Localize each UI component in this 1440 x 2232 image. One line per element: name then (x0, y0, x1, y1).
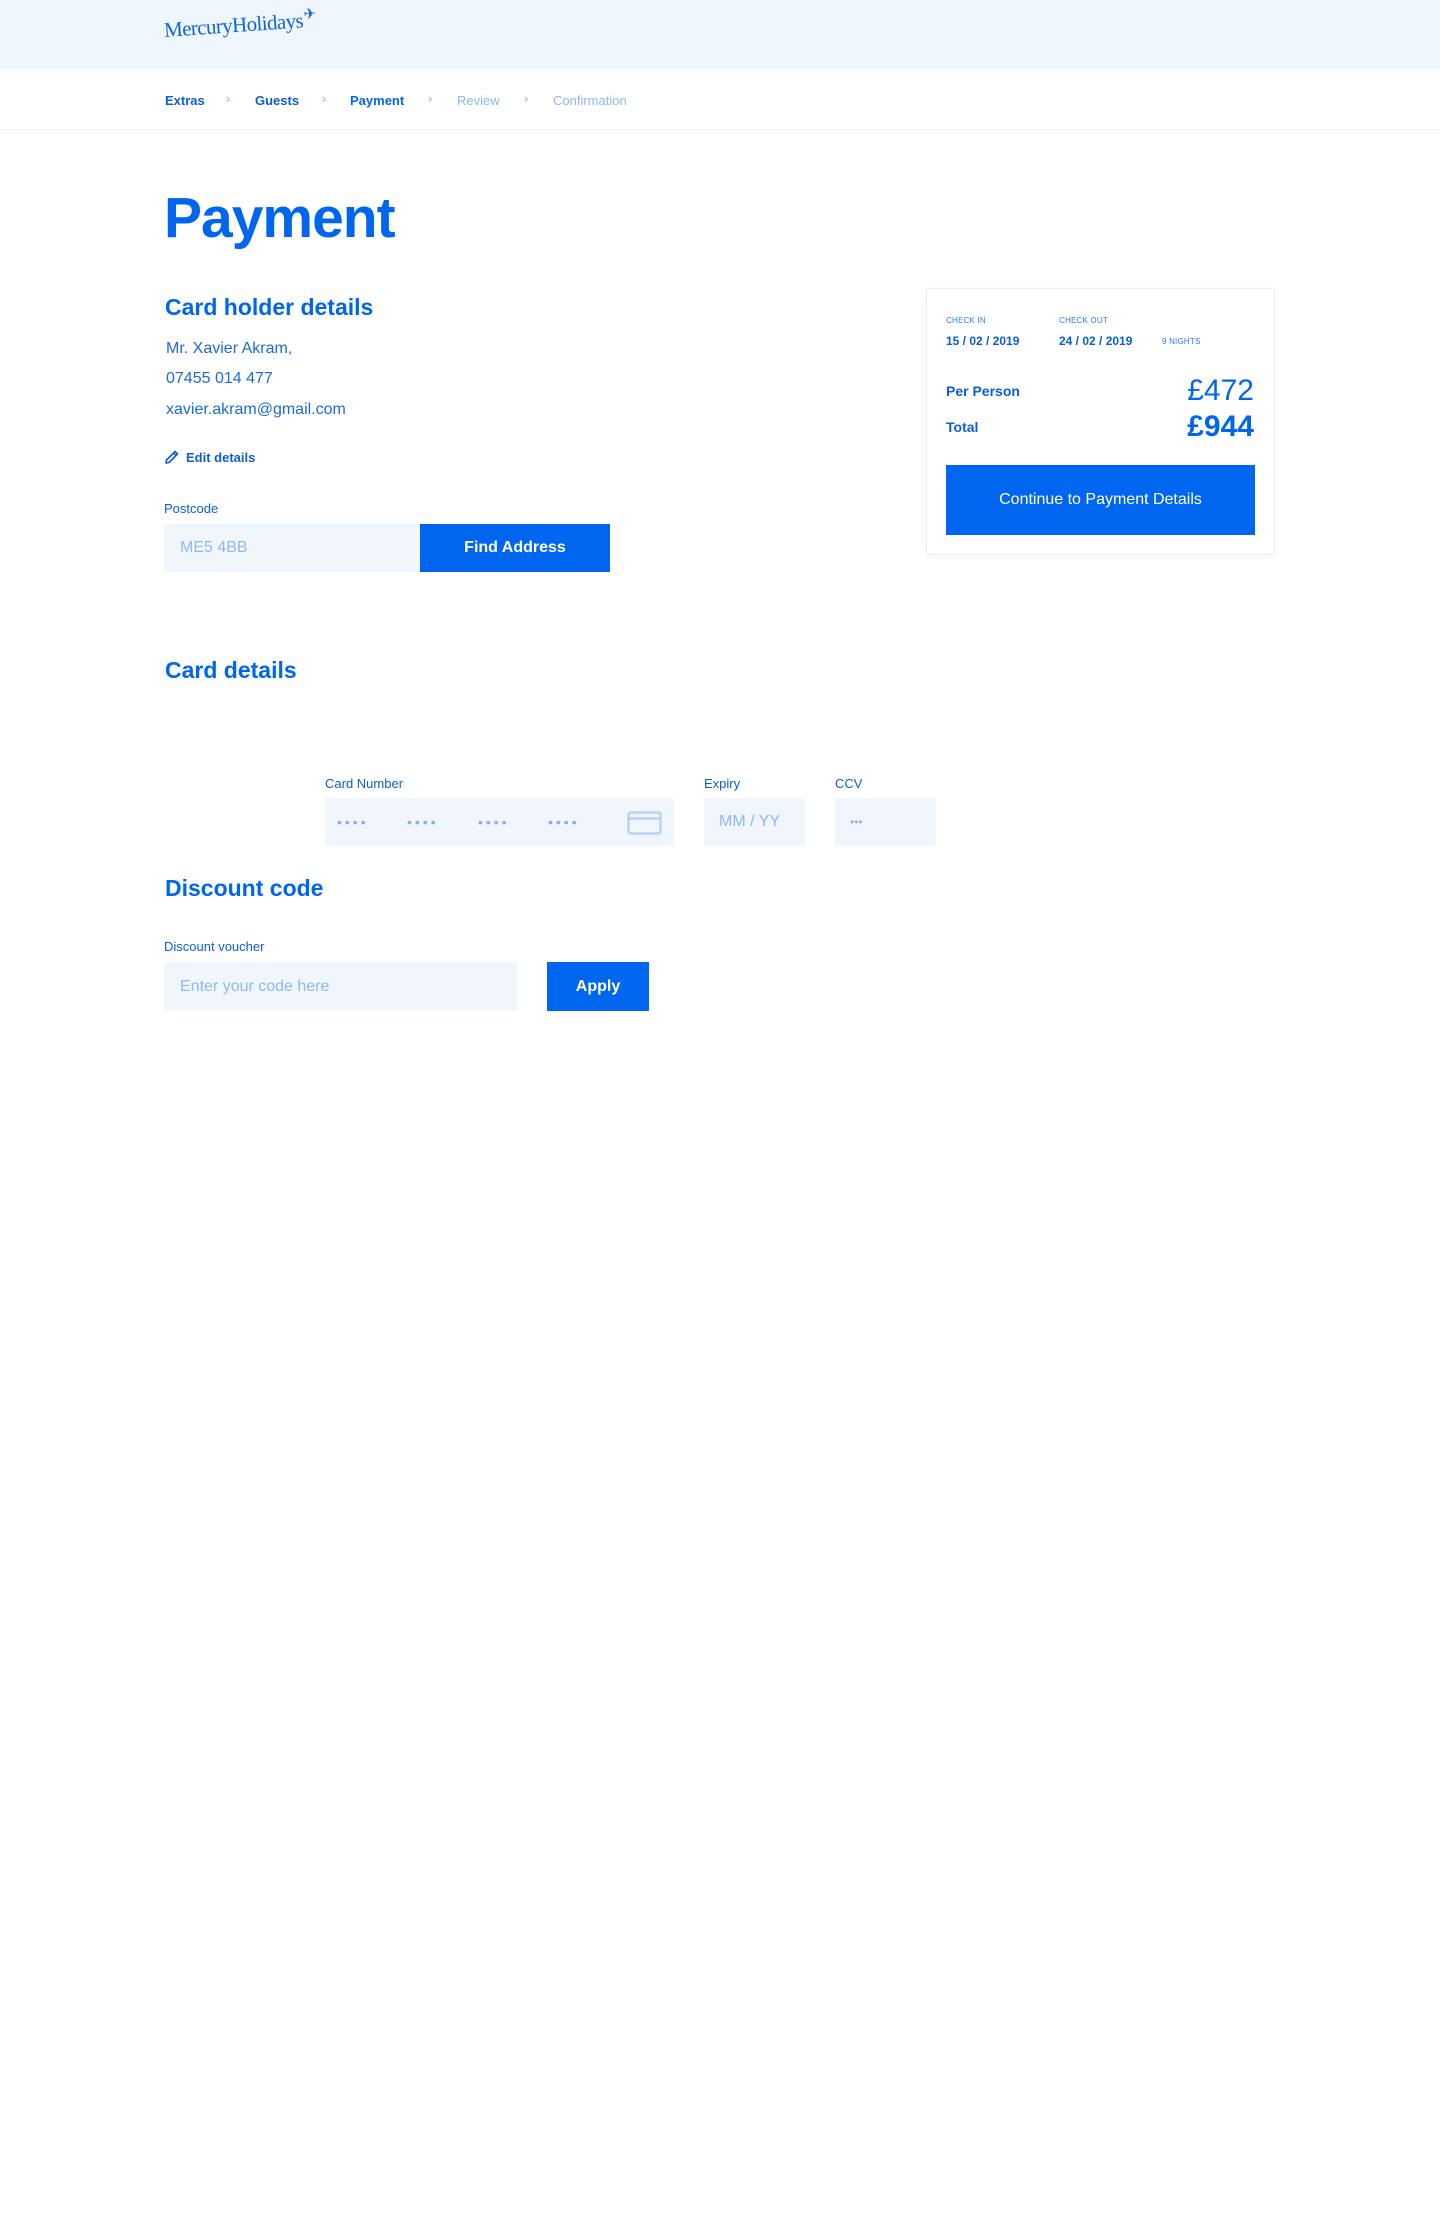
card-number-group-4: •••• (548, 814, 580, 830)
plane-icon: ✈ (302, 6, 317, 24)
card-details-heading: Card details (165, 657, 297, 683)
logo[interactable]: MercuryHolidays✈ (163, 6, 317, 43)
holder-name: Mr. Xavier Akram, (166, 340, 293, 357)
site-header: MercuryHolidays✈ (0, 0, 1440, 69)
breadcrumb-item-payment[interactable]: Payment (350, 93, 404, 108)
nights-count: 9 NIGHTS (1162, 337, 1201, 346)
card-number-group-1: •••• (337, 814, 369, 830)
check-in-label: CHECK IN (946, 316, 986, 325)
total-price: £944 (1187, 410, 1254, 443)
ccv-label: CCV (835, 776, 863, 791)
chevron-right-icon: › (226, 91, 231, 106)
chevron-right-icon: › (322, 91, 327, 106)
breadcrumb (0, 69, 1440, 130)
edit-details-label: Edit details (186, 449, 256, 465)
find-address-button[interactable]: Find Address (420, 524, 610, 572)
expiry-input[interactable] (704, 798, 805, 846)
holder-phone: 07455 014 477 (166, 370, 273, 387)
apply-button[interactable]: Apply (547, 962, 649, 1011)
logo-text: MercuryHolidays (163, 8, 304, 43)
ccv-input[interactable] (835, 798, 936, 846)
card-number-group-3: •••• (478, 814, 510, 830)
chevron-right-icon: › (524, 91, 529, 106)
pencil-icon (165, 450, 179, 464)
credit-card-icon (627, 811, 662, 835)
breadcrumb-item-extras[interactable]: Extras (165, 93, 205, 108)
chevron-right-icon: › (428, 91, 433, 106)
holder-email: xavier.akram@gmail.com (166, 401, 346, 418)
check-in-date: 15 / 02 / 2019 (946, 334, 1020, 348)
per-person-label: Per Person (946, 383, 1020, 399)
discount-heading: Discount code (165, 875, 324, 901)
postcode-label: Postcode (164, 501, 219, 516)
breadcrumb-item-review: Review (457, 93, 500, 108)
card-holder-heading: Card holder details (165, 294, 374, 320)
breadcrumb-item-confirmation: Confirmation (553, 93, 627, 108)
postcode-input[interactable] (164, 524, 420, 572)
per-person-price: £472 (1187, 374, 1254, 407)
total-label: Total (946, 419, 979, 435)
edit-details-link[interactable]: Edit details (164, 449, 255, 465)
breadcrumb-item-guests[interactable]: Guests (255, 93, 299, 108)
check-out-date: 24 / 02 / 2019 (1059, 334, 1133, 348)
expiry-label: Expiry (704, 776, 741, 791)
page-title: Payment (164, 186, 396, 250)
check-out-label: CHECK OUT (1059, 316, 1108, 325)
card-number-label: Card Number (325, 776, 404, 791)
discount-voucher-label: Discount voucher (164, 939, 265, 954)
discount-voucher-input[interactable] (164, 962, 517, 1011)
continue-to-payment-button[interactable]: Continue to Payment Details (946, 465, 1255, 535)
card-number-group-2: •••• (407, 814, 439, 830)
